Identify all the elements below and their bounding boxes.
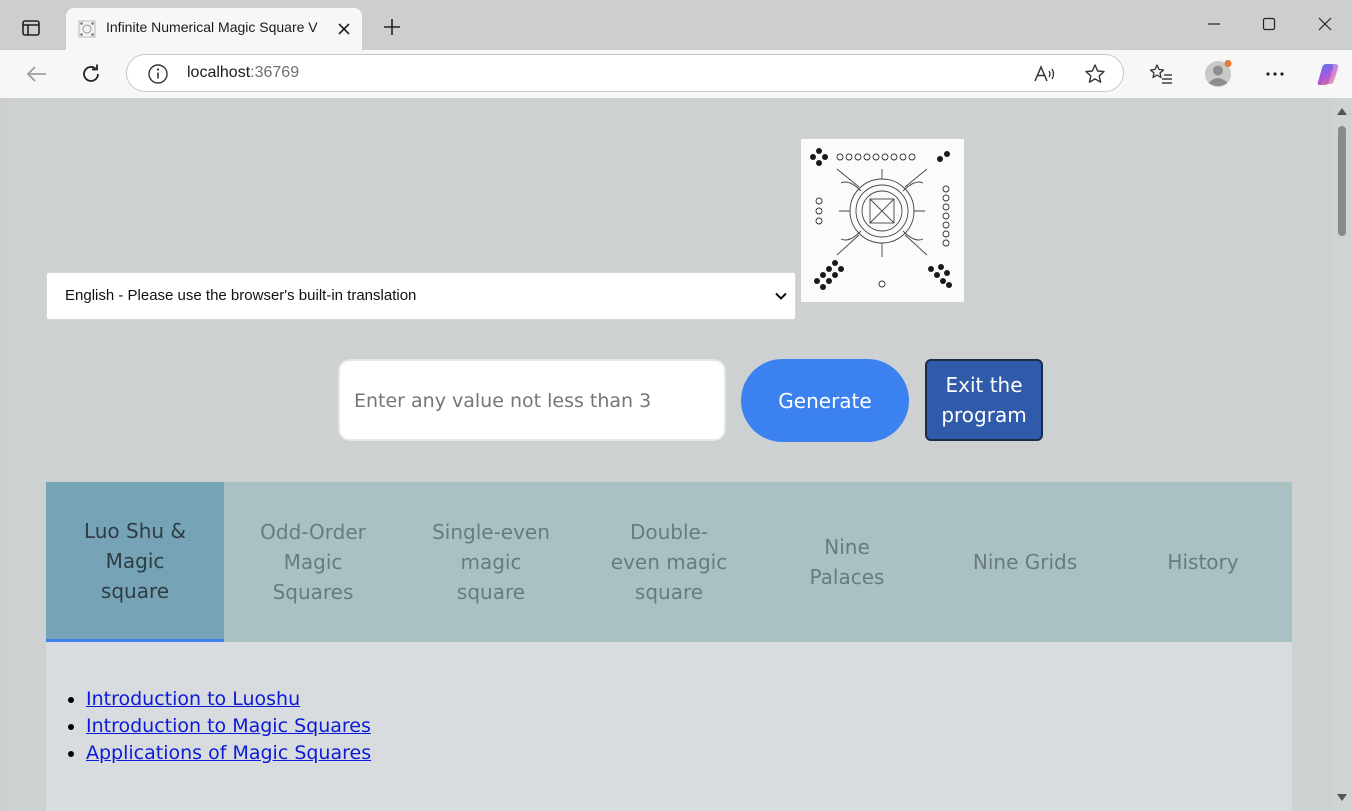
favorites-button[interactable] [1145, 58, 1177, 90]
profile-button[interactable] [1202, 58, 1234, 90]
page-viewport: English - Please use the browser's built… [6, 98, 1352, 811]
tab-label: Odd-Order Magic Squares [260, 520, 366, 604]
page-favicon-icon [78, 20, 96, 38]
tab-actions-button[interactable] [14, 12, 48, 44]
scroll-up-arrow-icon[interactable] [1336, 106, 1348, 116]
more-dots-icon [1266, 72, 1284, 76]
exit-program-label: Exit the program [941, 373, 1027, 427]
close-icon [1318, 17, 1332, 31]
list-item: Introduction to Luoshu [86, 686, 371, 713]
read-aloud-button[interactable] [1033, 62, 1057, 86]
back-button[interactable] [20, 58, 52, 90]
read-aloud-icon [1034, 65, 1055, 82]
site-info-icon[interactable] [147, 63, 169, 85]
link-list: Introduction to Luoshu Introduction to M… [46, 686, 371, 767]
link-applications-of-magic-squares[interactable]: Applications of Magic Squares [86, 742, 371, 764]
tab-single-even[interactable]: Single-even magic square [402, 482, 580, 642]
tab-label: Nine Grids [972, 550, 1078, 574]
tab-label: Nine Palaces [809, 535, 885, 589]
copilot-button[interactable] [1312, 58, 1344, 90]
tab-title: Infinite Numerical Magic Square V [106, 19, 318, 35]
language-select-value: English - Please use the browser's built… [65, 287, 417, 304]
tab-label: Double-even magic square [610, 520, 728, 604]
avatar-icon [1205, 60, 1232, 87]
exit-program-button[interactable]: Exit the program [925, 359, 1043, 441]
generate-button[interactable]: Generate [741, 359, 909, 442]
copilot-icon [1317, 64, 1339, 85]
tab-label: Single-even magic square [432, 520, 550, 604]
tab-history[interactable]: History [1114, 482, 1292, 642]
minimize-icon [1208, 23, 1220, 25]
back-arrow-icon [26, 66, 46, 82]
reload-icon [83, 64, 99, 82]
link-introduction-to-magic-squares[interactable]: Introduction to Magic Squares [86, 715, 371, 737]
luoshu-diagram-image [801, 139, 964, 302]
tab-actions-icon [22, 20, 40, 36]
url-port: :36769 [250, 64, 300, 81]
star-icon [1085, 64, 1105, 83]
tab-content-panel: Introduction to Luoshu Introduction to M… [46, 642, 1292, 811]
maximize-button[interactable] [1246, 8, 1292, 40]
list-item: Introduction to Magic Squares [86, 713, 371, 740]
favorite-button[interactable] [1083, 62, 1107, 86]
tab-nine-palaces[interactable]: Nine Palaces [758, 482, 936, 642]
tab-luo-shu[interactable]: Luo Shu & Magic square [46, 482, 224, 642]
order-value-placeholder: Enter any value not less than 3 [354, 390, 652, 412]
tab-close-button[interactable] [334, 19, 354, 39]
browser-toolbar: localhost:36769 [0, 50, 1352, 98]
plus-icon [384, 19, 400, 35]
tab-label: History [1167, 550, 1239, 574]
topic-tab-bar: Luo Shu & Magic square Odd-Order Magic S… [46, 482, 1292, 642]
tab-odd-order[interactable]: Odd-Order Magic Squares [224, 482, 402, 642]
favorites-list-icon [1149, 64, 1172, 84]
tab-double-even[interactable]: Double-even magic square [580, 482, 758, 642]
close-icon [338, 23, 350, 35]
reload-button[interactable] [75, 58, 107, 90]
maximize-icon [1262, 17, 1276, 31]
scroll-down-arrow-icon[interactable] [1336, 792, 1348, 802]
scrollbar-thumb[interactable] [1338, 126, 1346, 236]
language-select[interactable]: English - Please use the browser's built… [46, 272, 796, 320]
tab-nine-grids[interactable]: Nine Grids [936, 482, 1114, 642]
link-introduction-to-luoshu[interactable]: Introduction to Luoshu [86, 688, 300, 710]
browser-titlebar: Infinite Numerical Magic Square V [0, 0, 1352, 50]
url-text: localhost:36769 [187, 64, 299, 82]
window-close-button[interactable] [1302, 8, 1348, 40]
order-value-input[interactable]: Enter any value not less than 3 [338, 359, 726, 441]
new-tab-button[interactable] [378, 13, 406, 41]
url-host: localhost [187, 64, 251, 81]
browser-tab-active[interactable]: Infinite Numerical Magic Square V [66, 8, 362, 50]
address-bar[interactable]: localhost:36769 [126, 54, 1124, 92]
list-item: Applications of Magic Squares [86, 740, 371, 767]
more-menu-button[interactable] [1259, 58, 1291, 90]
page-scrollbar[interactable] [1332, 98, 1352, 811]
minimize-button[interactable] [1191, 8, 1237, 40]
tab-label: Luo Shu & Magic square [83, 518, 187, 603]
chevron-down-icon [775, 292, 787, 300]
